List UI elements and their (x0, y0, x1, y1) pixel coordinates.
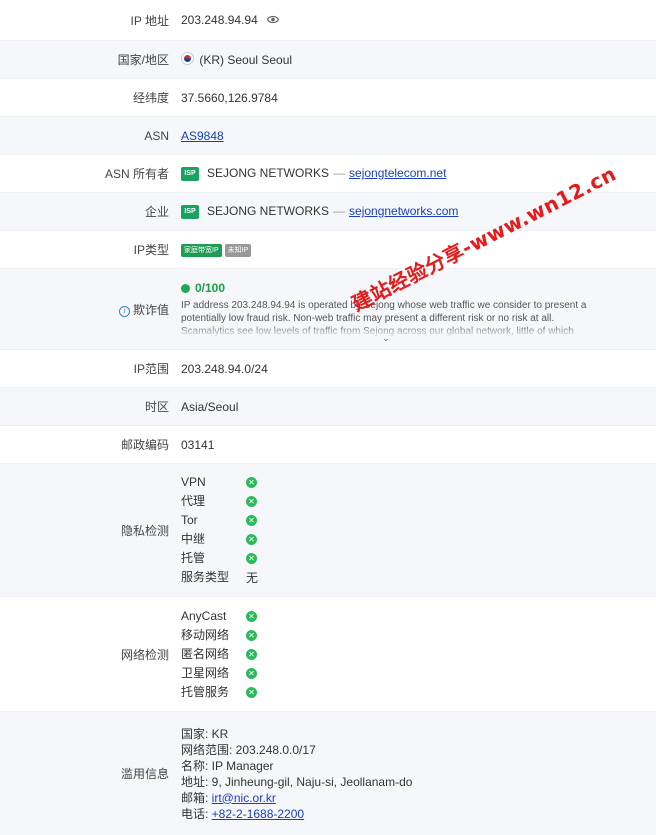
network-row: 网络检测 AnyCast ✕ 移动网络 ✕ 匿名网络 ✕ 卫星网络 ✕ 托管服务 ✕ (0, 597, 656, 712)
asn-owner-label: ASN 所有者 (104, 167, 169, 181)
separator: — (333, 204, 346, 219)
x-circle-icon: ✕ (246, 686, 257, 698)
asn-label: ASN (144, 128, 169, 143)
fraud-row: i 欺诈值 0/100 IP address 203.248.94.94 is o… (0, 269, 656, 350)
x-circle-icon: ✕ (246, 667, 257, 679)
ip-range-label: IP范围 (133, 362, 169, 376)
privacy-item-label: VPN (181, 475, 206, 489)
fraud-description: IP address 203.248.94.94 is operated by … (181, 299, 591, 338)
network-item-label: 托管服务 (181, 684, 230, 699)
abuse-phone-label: 电话: (181, 806, 212, 821)
asn-link[interactable]: AS9848 (181, 129, 224, 143)
postal-code-row: 邮政编码 03141 (0, 426, 656, 464)
abuse-phone-link[interactable]: +82-2-1688-2200 (212, 807, 304, 821)
network-item-label: 卫星网络 (181, 665, 230, 680)
fraud-score: 0/100 (195, 280, 226, 295)
separator: — (333, 166, 346, 181)
eye-icon[interactable] (266, 13, 280, 27)
ip-address-row: IP 地址 203.248.94.94 (0, 0, 656, 41)
isp-badge: ISP (181, 166, 199, 181)
x-circle-icon: ✕ (246, 515, 257, 526)
network-label: 网络检测 (120, 647, 169, 662)
company-name: SEJONG NETWORKS (207, 204, 330, 219)
company-label: 企业 (144, 205, 169, 219)
abuse-label: 滥用信息 (120, 767, 169, 781)
fraud-label: 欺诈值 (132, 302, 169, 317)
timezone-value: Asia/Seoul (181, 399, 239, 414)
privacy-row: 隐私检测 VPN ✕ 代理 ✕ Tor ✕ 中继 ✕ 托管 ✕ 服务类型 无 (0, 464, 656, 597)
abuse-row: 滥用信息 国家: KR 网络范围: 203.248.0.0/17 名称: IP … (0, 712, 656, 835)
coordinates-label: 经纬度 (132, 91, 169, 105)
privacy-check-list: VPN ✕ 代理 ✕ Tor ✕ 中继 ✕ 托管 ✕ 服务类型 无 (181, 475, 656, 585)
ip-address-value: 203.248.94.94 (181, 12, 258, 27)
company-domain-link[interactable]: sejongnetworks.com (349, 204, 458, 218)
network-item-label: 匿名网络 (181, 646, 230, 661)
ip-range-value: 203.248.94.0/24 (181, 361, 268, 376)
asn-row: ASN AS9848 (0, 117, 656, 155)
asn-owner-domain-link[interactable]: sejongtelecom.net (349, 166, 446, 180)
abuse-address: 地址: 9, Jinheung-gil, Naju-si, Jeollanam-… (181, 774, 413, 789)
postal-code-label: 邮政编码 (120, 438, 169, 452)
ip-address-label: IP 地址 (130, 13, 169, 28)
coordinates-value: 37.5660,126.9784 (181, 90, 278, 105)
x-circle-icon: ✕ (246, 553, 257, 564)
ip-type-tag-unknown: 未知IP (224, 243, 252, 257)
ip-type-tag-residential: 家庭带宽IP (181, 243, 222, 257)
timezone-row: 时区 Asia/Seoul (0, 388, 656, 426)
country-value: (KR) Seoul Seoul (199, 53, 293, 67)
network-item-label: 移动网络 (181, 627, 230, 642)
privacy-item-label: 托管 (181, 551, 206, 565)
isp-badge: ISP (181, 204, 199, 219)
abuse-name: 名称: IP Manager (181, 758, 274, 773)
service-type-value: 无 (246, 571, 259, 585)
asn-owner-row: ASN 所有者 ISP SEJONG NETWORKS — sejongtelecom… (0, 155, 656, 193)
x-circle-icon: ✕ (246, 610, 257, 622)
abuse-country: 国家: KR (181, 726, 229, 741)
network-check-list: AnyCast ✕ 移动网络 ✕ 匿名网络 ✕ 卫星网络 ✕ 托管服务 ✕ (181, 609, 656, 700)
ip-type-row: IP类型 家庭带宽IP 未知IP (0, 231, 656, 269)
privacy-item-label: Tor (181, 513, 198, 527)
x-circle-icon: ✕ (246, 534, 257, 545)
privacy-item-label: 代理 (181, 494, 206, 508)
timezone-label: 时区 (144, 400, 169, 414)
service-type-label: 服务类型 (181, 570, 230, 584)
country-label: 国家/地区 (117, 53, 169, 67)
status-dot-icon (181, 283, 190, 293)
privacy-item-label: 中继 (181, 532, 206, 546)
country-row: 国家/地区 (KR) Seoul Seoul (0, 41, 656, 79)
abuse-email-label: 邮箱: (181, 790, 212, 805)
info-icon[interactable]: i (118, 305, 130, 317)
coordinates-row: 经纬度 37.5660,126.9784 (0, 79, 656, 117)
x-circle-icon: ✕ (246, 496, 257, 507)
network-item-label: AnyCast (181, 608, 227, 623)
x-circle-icon: ✕ (246, 629, 257, 641)
abuse-range: 网络范围: 203.248.0.0/17 (181, 742, 316, 757)
ip-range-row: IP范围 203.248.94.0/24 (0, 350, 656, 388)
asn-owner-name: SEJONG NETWORKS (207, 166, 330, 181)
x-circle-icon: ✕ (246, 648, 257, 660)
privacy-label: 隐私检测 (120, 523, 169, 538)
company-row: 企业 ISP SEJONG NETWORKS — sejongnetworks.com (0, 193, 656, 231)
ip-type-label: IP类型 (133, 243, 169, 257)
x-circle-icon: ✕ (246, 477, 257, 488)
korea-flag-icon (181, 52, 194, 65)
abuse-email-link[interactable]: irt@nic.or.kr (212, 791, 276, 805)
postal-code-value: 03141 (181, 437, 215, 452)
